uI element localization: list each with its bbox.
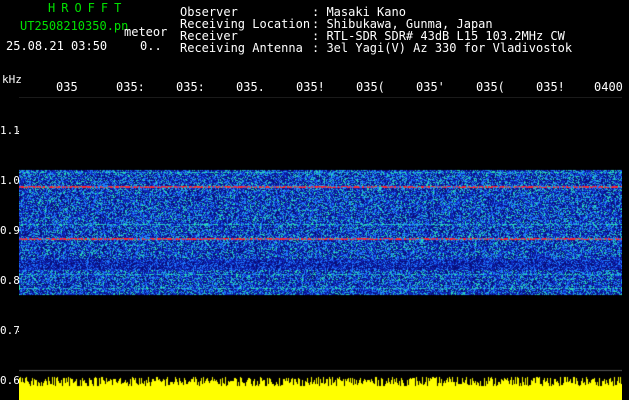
x-tick-8: 035( xyxy=(476,80,505,94)
y-tick-4: 0.8 xyxy=(0,274,20,287)
antenna-value: : 3el Yagi(V) Az 330 for Vladivostok xyxy=(312,41,573,55)
x-tick-7: 035' xyxy=(416,80,445,94)
x-tick-5: 035! xyxy=(296,80,325,94)
antenna-label: Receiving Antenna xyxy=(180,41,303,55)
x-tick-2: 035: xyxy=(116,80,145,94)
x-tick-1: 035 xyxy=(56,80,78,94)
spectrogram-plot xyxy=(19,98,622,400)
y-tick-2: 1.0 xyxy=(0,174,20,187)
y-tick-5: 0.7 xyxy=(0,324,20,337)
spectrogram-canvas xyxy=(19,98,622,400)
y-axis-unit: kHz xyxy=(2,73,22,86)
app-brand: HROFFT xyxy=(48,1,128,15)
capture-datetime: 25.08.21 03:50 xyxy=(6,39,108,53)
x-tick-6: 035( xyxy=(356,80,385,94)
x-tick-4: 035. xyxy=(236,80,265,94)
file-name: UT2508210350.pn xyxy=(20,19,129,33)
y-tick-6: 0.6 xyxy=(0,374,20,387)
y-tick-1: 1.1 xyxy=(0,124,20,137)
file-type: meteor xyxy=(124,25,168,39)
capture-value: 0.. xyxy=(140,39,162,53)
x-tick-9: 035! xyxy=(536,80,565,94)
y-tick-3: 0.9 xyxy=(0,224,20,237)
x-tick-3: 035: xyxy=(176,80,205,94)
x-tick-10: 0400 xyxy=(594,80,623,94)
